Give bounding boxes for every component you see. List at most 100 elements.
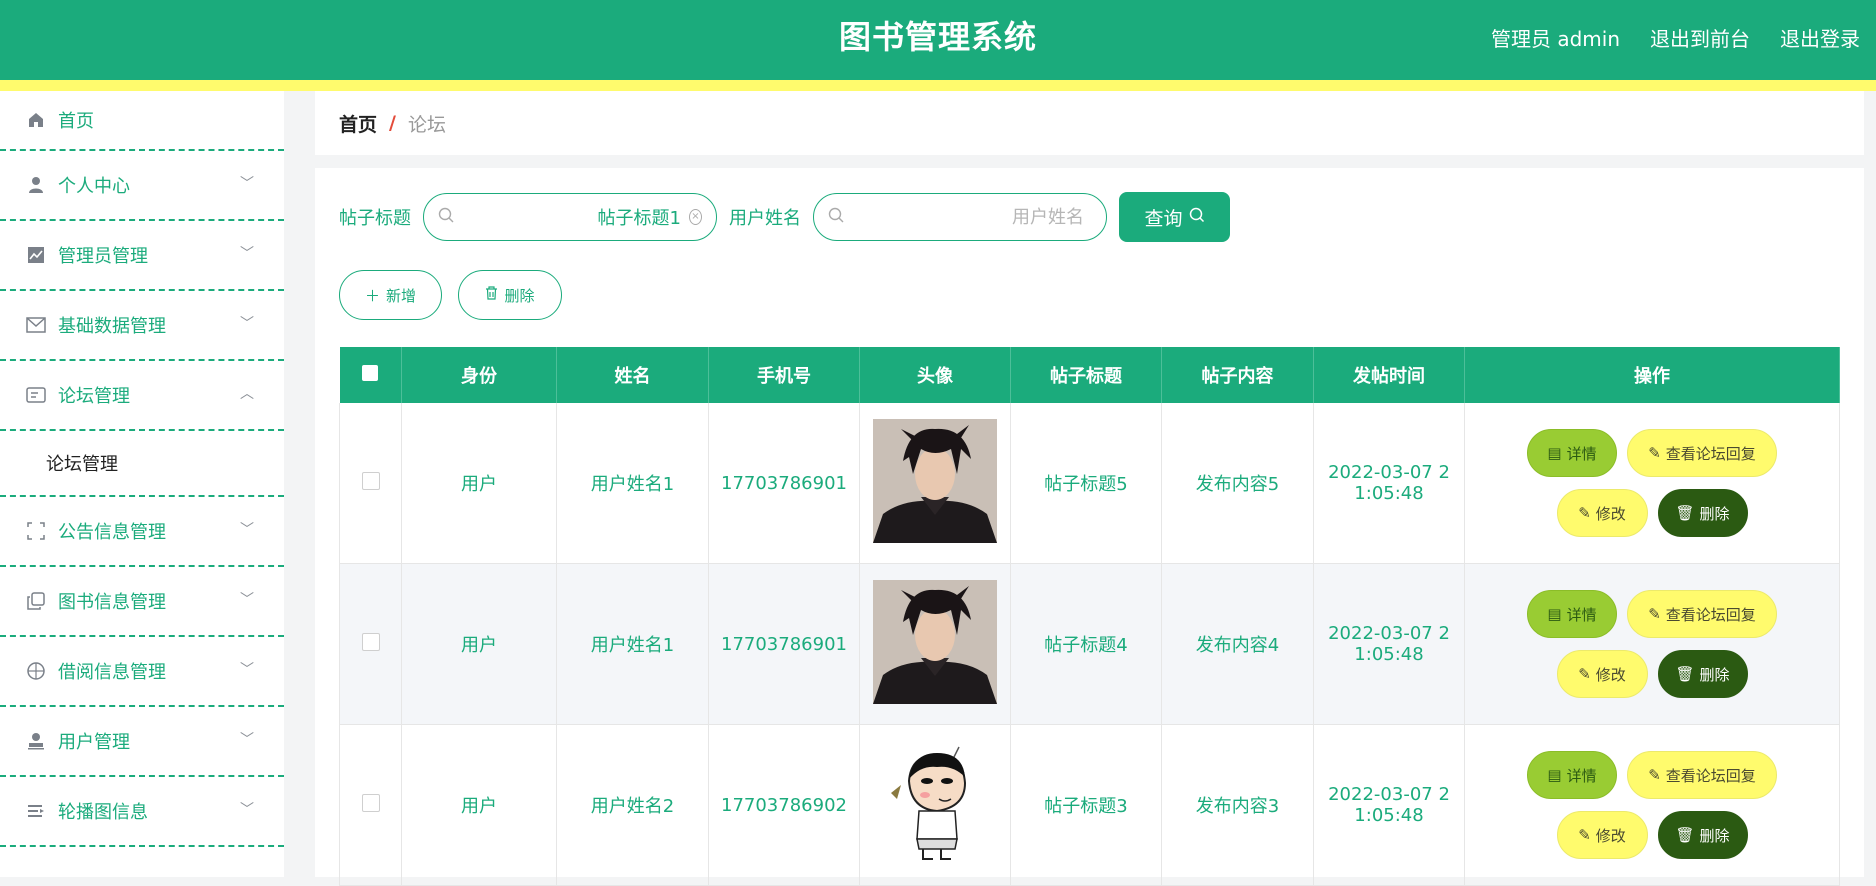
column-header: 操作 xyxy=(1464,347,1840,403)
table-row: 用户 用户姓名2 17703786902 帖子标题3 发布内容3 2022-03… xyxy=(339,724,1840,886)
edit-label: 修改 xyxy=(1595,504,1626,523)
time-line-1: 2022-03-07 2 xyxy=(1328,623,1450,644)
sidebar-item-label: 基础数据管理 xyxy=(58,316,166,337)
pen-icon: ✎ xyxy=(1578,504,1591,522)
detail-button[interactable]: ▤ 详情 xyxy=(1527,590,1617,638)
sidebar-item-admin[interactable]: 管理员管理 ﹀ xyxy=(0,221,284,291)
column-header: 帖子标题 xyxy=(1010,347,1162,403)
chevron-down-icon: ﹀ xyxy=(240,662,254,678)
sidebar-item-label: 公告信息管理 xyxy=(58,522,166,543)
app-header: 图书管理系统 管理员 admin 退出到前台 退出登录 xyxy=(0,0,1876,80)
document-icon: ▤ xyxy=(1547,766,1562,784)
column-header: 姓名 xyxy=(556,347,709,403)
sidebar-item-carousel[interactable]: 轮播图信息 ﹀ xyxy=(0,777,284,847)
sidebar-item-label: 图书信息管理 xyxy=(58,592,166,613)
chevron-down-icon: ﹀ xyxy=(240,732,254,748)
post-title-input[interactable] xyxy=(454,205,689,229)
content-cell: 发布内容5 xyxy=(1161,403,1314,564)
phone-cell: 17703786901 xyxy=(708,563,860,725)
view-replies-button[interactable]: ✎ 查看论坛回复 xyxy=(1627,429,1777,477)
delete-button[interactable]: 🗑 删除 xyxy=(1657,650,1748,698)
breadcrumb-current: 论坛 xyxy=(407,113,446,136)
view-replies-button[interactable]: ✎ 查看论坛回复 xyxy=(1627,590,1777,638)
post-title-field[interactable]: × xyxy=(423,193,717,241)
delete-button[interactable]: 🗑 删除 xyxy=(1657,811,1748,859)
detail-button[interactable]: ▤ 详情 xyxy=(1527,751,1617,799)
sidebar-item-books[interactable]: 图书信息管理 ﹀ xyxy=(0,567,284,637)
chevron-up-icon: ︿ xyxy=(240,386,254,402)
phone-cell: 17703786902 xyxy=(708,724,860,886)
avatar-cell xyxy=(859,563,1011,725)
user-name-input[interactable] xyxy=(844,205,1092,229)
pen-icon: ✎ xyxy=(1648,605,1661,623)
pen-icon: ✎ xyxy=(1578,826,1591,844)
content-cell: 发布内容4 xyxy=(1161,563,1314,725)
row-checkbox[interactable] xyxy=(361,632,380,651)
search-icon xyxy=(828,207,844,227)
sidebar-item-label: 论坛管理 xyxy=(58,386,130,407)
detail-label: 详情 xyxy=(1566,766,1597,785)
logout-link[interactable]: 退出登录 xyxy=(1780,23,1860,52)
select-all-cell[interactable] xyxy=(339,347,402,403)
title-cell: 帖子标题3 xyxy=(1010,724,1162,886)
edit-button[interactable]: ✎ 修改 xyxy=(1556,811,1648,859)
avatar xyxy=(873,418,997,543)
sidebar-item-borrow[interactable]: 借阅信息管理 ﹀ xyxy=(0,637,284,707)
row-select-cell[interactable] xyxy=(339,563,402,725)
sidebar-item-notice[interactable]: 公告信息管理 ﹀ xyxy=(0,497,284,567)
chevron-down-icon: ﹀ xyxy=(240,176,254,192)
select-all-checkbox[interactable] xyxy=(362,364,379,381)
column-header: 头像 xyxy=(859,347,1011,403)
chevron-down-icon: ﹀ xyxy=(240,522,254,538)
delete-label: 删除 xyxy=(1699,665,1730,684)
delete-button[interactable]: 🗑 删除 xyxy=(1657,489,1748,537)
view-replies-button[interactable]: ✎ 查看论坛回复 xyxy=(1627,751,1777,799)
sidebar-item-profile[interactable]: 个人中心 ﹀ xyxy=(0,151,284,221)
delete-label: 删除 xyxy=(1699,826,1730,845)
edit-button[interactable]: ✎ 修改 xyxy=(1556,489,1648,537)
detail-button[interactable]: ▤ 详情 xyxy=(1527,429,1617,477)
query-button[interactable]: 查询 xyxy=(1119,192,1230,242)
sidebar-item-label: 管理员管理 xyxy=(58,246,148,267)
clear-icon[interactable]: × xyxy=(689,209,702,225)
edit-button[interactable]: ✎ 修改 xyxy=(1556,650,1648,698)
trash-icon: 🗑 xyxy=(1675,504,1695,522)
time-line-1: 2022-03-07 2 xyxy=(1328,784,1450,805)
search-icon xyxy=(438,207,454,227)
query-label: 查询 xyxy=(1144,207,1183,230)
time-cell: 2022-03-07 2 1:05:48 xyxy=(1313,724,1465,886)
trash-icon: 🗑 xyxy=(1675,665,1695,683)
exit-to-front-link[interactable]: 退出到前台 xyxy=(1650,23,1750,52)
sidebar-item-users[interactable]: 用户管理 ﹀ xyxy=(0,707,284,777)
chevron-down-icon: ﹀ xyxy=(240,802,254,818)
row-select-cell[interactable] xyxy=(339,403,402,564)
pen-icon: ✎ xyxy=(1648,444,1661,462)
main-panel: 帖子标题 × 用户姓名 查询 ＋ 新增 删除 xyxy=(315,168,1864,886)
search-bar: 帖子标题 × 用户姓名 查询 xyxy=(339,192,1230,242)
batch-delete-button[interactable]: 删除 xyxy=(458,270,562,320)
sidebar-item-forum[interactable]: 论坛管理 ︿ xyxy=(0,361,284,431)
row-checkbox[interactable] xyxy=(361,793,380,812)
chart-icon xyxy=(26,245,46,265)
content-cell: 发布内容3 xyxy=(1161,724,1314,886)
avatar xyxy=(873,579,997,704)
row-select-cell[interactable] xyxy=(339,724,402,886)
forum-table: 身份 姓名 手机号 头像 帖子标题 帖子内容 发帖时间 操作 用户 用户姓名1 … xyxy=(339,347,1840,886)
sidebar-item-basic-data[interactable]: 基础数据管理 ﹀ xyxy=(0,291,284,361)
time-line-2: 1:05:48 xyxy=(1354,644,1424,665)
sidebar-item-label: 轮播图信息 xyxy=(58,802,148,823)
sidebar-subitem-forum[interactable]: 论坛管理 xyxy=(0,431,284,497)
sidebar-item-label: 用户管理 xyxy=(58,732,130,753)
user-name-field[interactable] xyxy=(813,193,1107,241)
target-icon xyxy=(26,661,46,681)
time-line-2: 1:05:48 xyxy=(1354,483,1424,504)
document-icon: ▤ xyxy=(1547,444,1562,462)
role-cell: 用户 xyxy=(401,724,557,886)
row-checkbox[interactable] xyxy=(361,471,380,490)
post-title-label: 帖子标题 xyxy=(339,208,411,229)
breadcrumb-home[interactable]: 首页 xyxy=(339,110,377,137)
title-cell: 帖子标题4 xyxy=(1010,563,1162,725)
title-cell: 帖子标题5 xyxy=(1010,403,1162,564)
sidebar-item-home[interactable]: 首页 xyxy=(0,91,284,151)
add-button[interactable]: ＋ 新增 xyxy=(339,270,442,320)
